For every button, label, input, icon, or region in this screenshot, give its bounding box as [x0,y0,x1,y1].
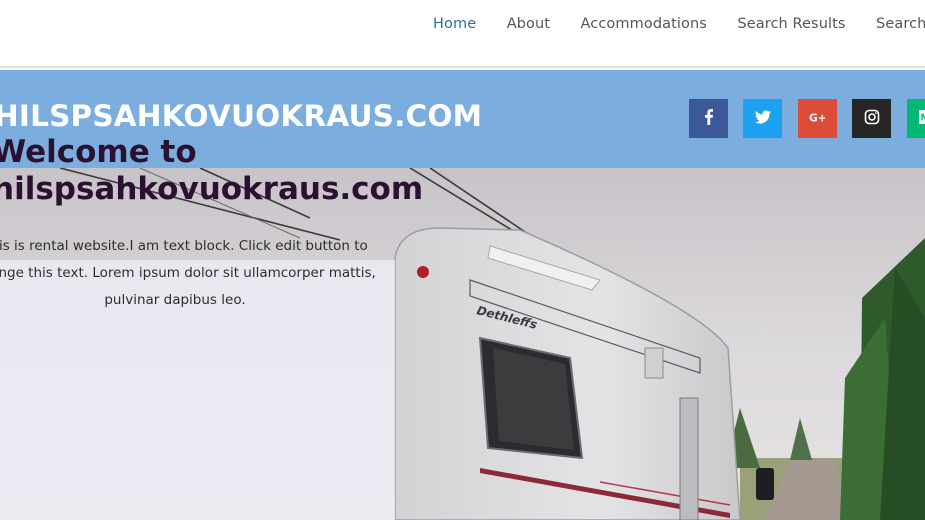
instagram-button[interactable] [852,99,892,138]
site-title[interactable]: HILSPSAHKOVUOKRAUS.COM [0,99,482,133]
welcome-text: This is rental website.I am text block. … [0,238,376,308]
google-plus-icon: G+ [809,112,827,125]
social-links: G+ [689,99,925,138]
welcome-heading: Welcome to hilspsahkovuokraus.com [0,134,423,208]
facebook-button[interactable] [689,99,728,138]
nav-item-accommodations[interactable]: Accommodations [581,16,707,32]
medium-button[interactable] [906,99,925,138]
twitter-icon [754,110,771,124]
google-plus-button[interactable]: G+ [797,99,837,138]
top-navigation: Home About Accommodations Search Results… [0,0,925,68]
instagram-icon [864,109,880,125]
welcome-heading-line1: Welcome to [0,134,197,170]
medium-icon [919,110,925,125]
welcome-heading-line2: hilspsahkovuokraus.com [0,171,424,207]
nav-item-search-availability[interactable]: Search Availability [876,16,925,32]
twitter-button[interactable] [743,99,783,138]
nav-item-about[interactable]: About [507,16,550,32]
nav-item-home[interactable]: Home [433,16,476,32]
facebook-icon [704,109,713,126]
hero-section: Dethleffs [0,168,925,520]
svg-text:G+: G+ [809,112,825,125]
nav-item-search-results[interactable]: Search Results [737,16,845,32]
